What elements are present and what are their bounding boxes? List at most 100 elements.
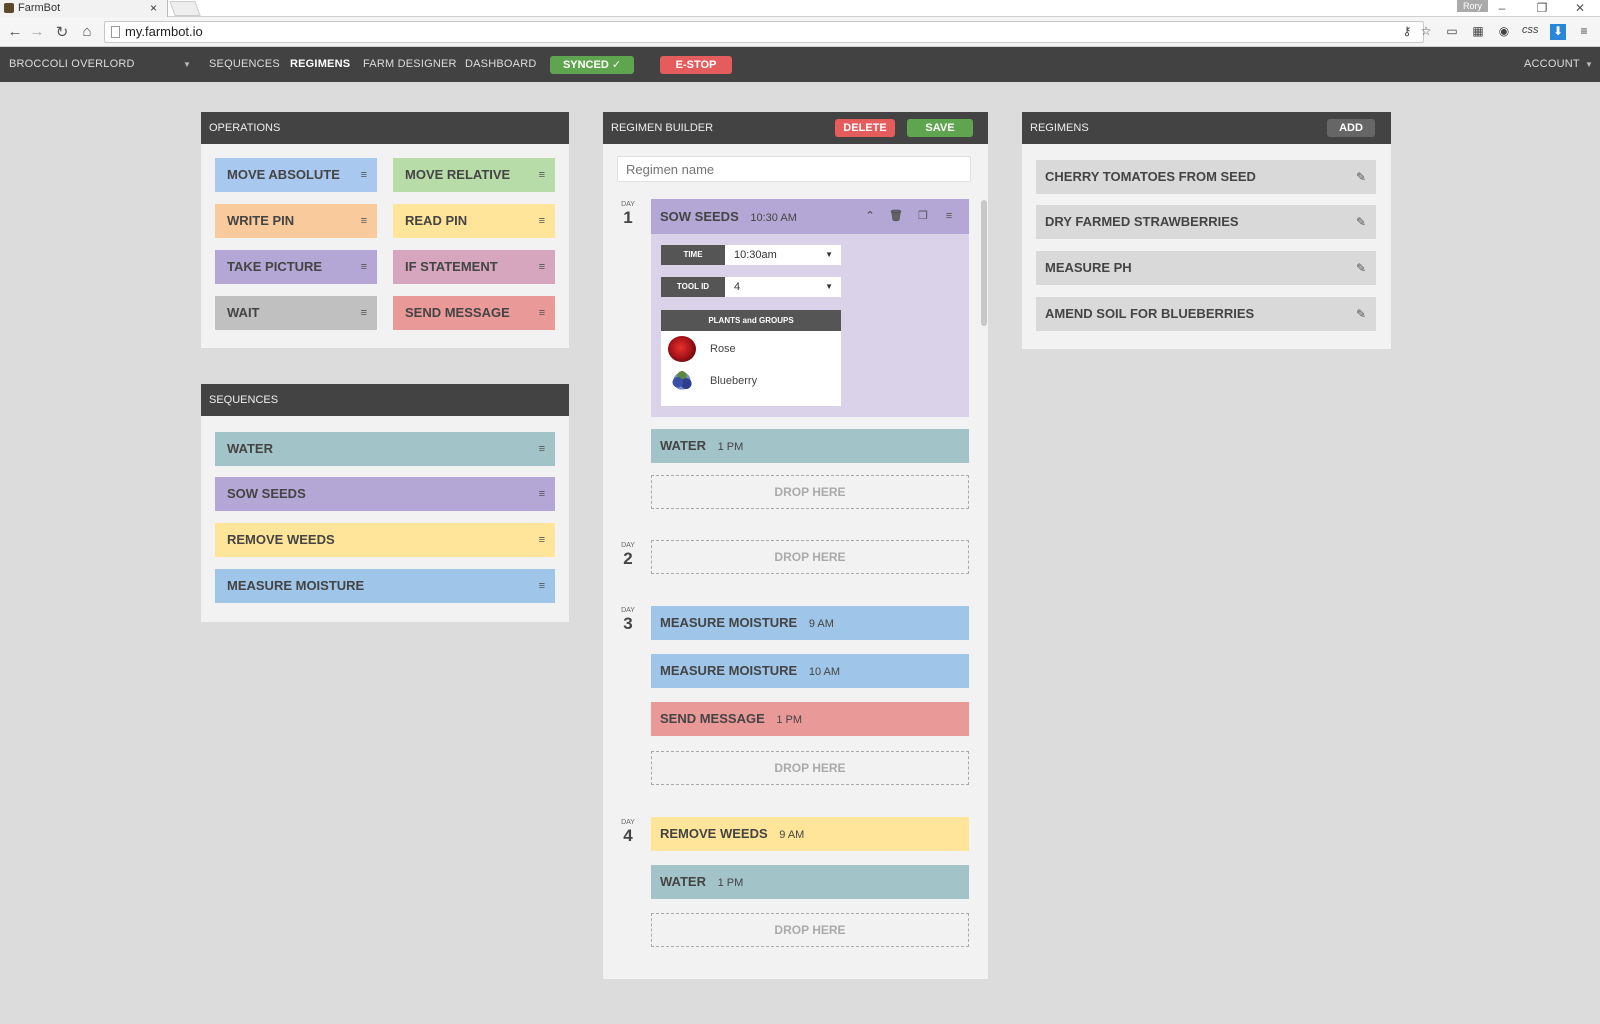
regimen-list-item[interactable]: AMEND SOIL FOR BLUEBERRIES ✎ [1036, 297, 1376, 331]
bot-dropdown-caret-icon[interactable]: ▼ [183, 47, 191, 82]
op-write-pin[interactable]: WRITE PIN ≡ [215, 204, 377, 238]
op-take-picture[interactable]: TAKE PICTURE ≡ [215, 250, 377, 284]
drop-zone[interactable]: DROP HERE [651, 913, 969, 947]
forward-icon[interactable]: → [28, 23, 46, 40]
time-select[interactable]: 10:30am ▼ [725, 245, 841, 265]
drag-handle-icon[interactable]: ≡ [539, 569, 545, 603]
bot-name-dropdown[interactable]: BROCCOLI OVERLORD [9, 47, 135, 82]
trash-icon[interactable]: 🗑 [889, 199, 903, 234]
op-label: MOVE ABSOLUTE [227, 167, 340, 182]
drag-handle-icon[interactable]: ≡ [539, 250, 545, 284]
nav-farm-designer[interactable]: FARM DESIGNER [363, 47, 457, 82]
regimen-item-header[interactable]: SOW SEEDS 10:30 AM ⌃ 🗑 ❐ ≡ [651, 199, 969, 234]
regimen-item[interactable]: MEASURE MOISTURE 10 AM [651, 654, 969, 688]
delete-button[interactable]: DELETE [835, 119, 895, 137]
regimen-item[interactable]: MEASURE MOISTURE 9 AM [651, 606, 969, 640]
regimen-item[interactable]: SEND MESSAGE 1 PM [651, 702, 969, 736]
drag-handle-icon[interactable]: ≡ [361, 158, 367, 192]
sequences-panel: SEQUENCES WATER ≡ SOW SEEDS ≡ REMOVE WEE… [201, 384, 569, 622]
nav-dashboard[interactable]: DASHBOARD [465, 47, 536, 82]
regimen-list-item[interactable]: CHERRY TOMATOES FROM SEED ✎ [1036, 160, 1376, 194]
drag-handle-icon[interactable]: ≡ [539, 523, 545, 557]
op-if-statement[interactable]: IF STATEMENT ≡ [393, 250, 555, 284]
nav-regimens[interactable]: REGIMENS [290, 47, 350, 82]
synced-button[interactable]: SYNCED ✓ [550, 56, 634, 74]
plant-item-blueberry[interactable]: Blueberry [661, 365, 841, 397]
new-tab-button[interactable] [169, 1, 201, 16]
nav-sequences[interactable]: SEQUENCES [209, 47, 280, 82]
window-close-icon[interactable]: ✕ [1572, 0, 1588, 17]
op-read-pin[interactable]: READ PIN ≡ [393, 204, 555, 238]
sequence-label: REMOVE WEEDS [227, 532, 335, 547]
css-extension-icon[interactable]: css [1522, 24, 1539, 40]
drag-handle-icon[interactable]: ≡ [361, 250, 367, 284]
drag-handle-icon[interactable]: ≡ [361, 296, 367, 330]
drag-handle-icon[interactable]: ≡ [539, 432, 545, 466]
edit-icon[interactable]: ✎ [1356, 297, 1366, 331]
save-button[interactable]: SAVE [907, 119, 973, 137]
tool-id-select[interactable]: 4 ▼ [725, 277, 841, 297]
copy-icon[interactable]: ❐ [916, 199, 930, 234]
back-icon[interactable]: ← [6, 23, 24, 40]
drag-handle-icon[interactable]: ≡ [942, 199, 956, 234]
regimen-item-time: 10:30 AM [750, 212, 797, 224]
account-caret-icon[interactable]: ▼ [1585, 47, 1593, 82]
sequence-sow-seeds[interactable]: SOW SEEDS ≡ [215, 477, 555, 511]
edit-icon[interactable]: ✎ [1356, 160, 1366, 194]
collapse-icon[interactable]: ⌃ [863, 199, 877, 234]
regimen-name-input[interactable] [617, 156, 971, 182]
drag-handle-icon[interactable]: ≡ [361, 204, 367, 238]
regimen-list-item[interactable]: MEASURE PH ✎ [1036, 251, 1376, 285]
drag-handle-icon[interactable]: ≡ [539, 477, 545, 511]
cast-icon[interactable]: ▭ [1444, 24, 1460, 40]
menu-icon[interactable]: ≡ [1576, 24, 1592, 40]
drop-zone[interactable]: DROP HERE [651, 475, 969, 509]
op-move-absolute[interactable]: MOVE ABSOLUTE ≡ [215, 158, 377, 192]
op-label: MOVE RELATIVE [405, 167, 511, 182]
regimen-item-time: 9 AM [779, 829, 805, 841]
builder-scrollbar[interactable] [981, 200, 987, 326]
edit-icon[interactable]: ✎ [1356, 205, 1366, 239]
regimen-builder-panel: REGIMEN BUILDER DELETE SAVE DAY 1 SOW SE… [603, 112, 988, 979]
url-bar[interactable]: my.farmbot.io [104, 21, 1424, 43]
browser-tab[interactable]: FarmBot × [0, 0, 168, 17]
regimen-list-item[interactable]: DRY FARMED STRAWBERRIES ✎ [1036, 205, 1376, 239]
restore-icon[interactable]: ❐ [1534, 0, 1550, 17]
day-label: DAY 4 [618, 819, 638, 846]
drag-handle-icon[interactable]: ≡ [539, 296, 545, 330]
reload-icon[interactable]: ↻ [53, 23, 71, 41]
time-select-value: 10:30am [734, 249, 777, 261]
op-move-relative[interactable]: MOVE RELATIVE ≡ [393, 158, 555, 192]
regimen-item[interactable]: WATER 1 PM [651, 865, 969, 899]
estop-button[interactable]: E-STOP [660, 56, 732, 74]
key-icon[interactable]: ⚷ [1399, 24, 1415, 40]
plant-item-rose[interactable]: Rose [661, 333, 841, 365]
sequence-measure-moisture[interactable]: MEASURE MOISTURE ≡ [215, 569, 555, 603]
home-icon[interactable]: ⌂ [78, 23, 96, 40]
minimize-icon[interactable]: – [1494, 0, 1510, 17]
color-picker-icon[interactable]: ◉ [1496, 24, 1512, 40]
regimen-item-name: WATER [660, 874, 706, 889]
sequence-remove-weeds[interactable]: REMOVE WEEDS ≡ [215, 523, 555, 557]
account-menu[interactable]: ACCOUNT [1524, 47, 1580, 82]
browser-user-chip[interactable]: Rory [1457, 0, 1489, 12]
op-wait[interactable]: WAIT ≡ [215, 296, 377, 330]
add-regimen-button[interactable]: ADD [1327, 119, 1375, 137]
drag-handle-icon[interactable]: ≡ [539, 204, 545, 238]
download-icon[interactable]: ⬇ [1550, 24, 1566, 40]
operations-header: OPERATIONS [201, 112, 569, 144]
edit-icon[interactable]: ✎ [1356, 251, 1366, 285]
drag-handle-icon[interactable]: ≡ [539, 158, 545, 192]
sequences-title: SEQUENCES [209, 394, 279, 406]
regimen-item[interactable]: REMOVE WEEDS 9 AM [651, 817, 969, 851]
bookmark-star-icon[interactable]: ☆ [1418, 24, 1434, 40]
tab-close-icon[interactable]: × [150, 0, 157, 16]
regimen-list-label: MEASURE PH [1045, 260, 1132, 275]
regimen-item[interactable]: WATER 1 PM [651, 429, 969, 463]
browser-toolbar: ← → ↻ ⌂ my.farmbot.io ⚷ ☆ ▭ ▦ ◉ css ⬇ ≡ [0, 17, 1600, 47]
op-send-message[interactable]: SEND MESSAGE ≡ [393, 296, 555, 330]
drop-zone[interactable]: DROP HERE [651, 751, 969, 785]
drop-zone[interactable]: DROP HERE [651, 540, 969, 574]
film-icon[interactable]: ▦ [1470, 24, 1486, 40]
sequence-water[interactable]: WATER ≡ [215, 432, 555, 466]
